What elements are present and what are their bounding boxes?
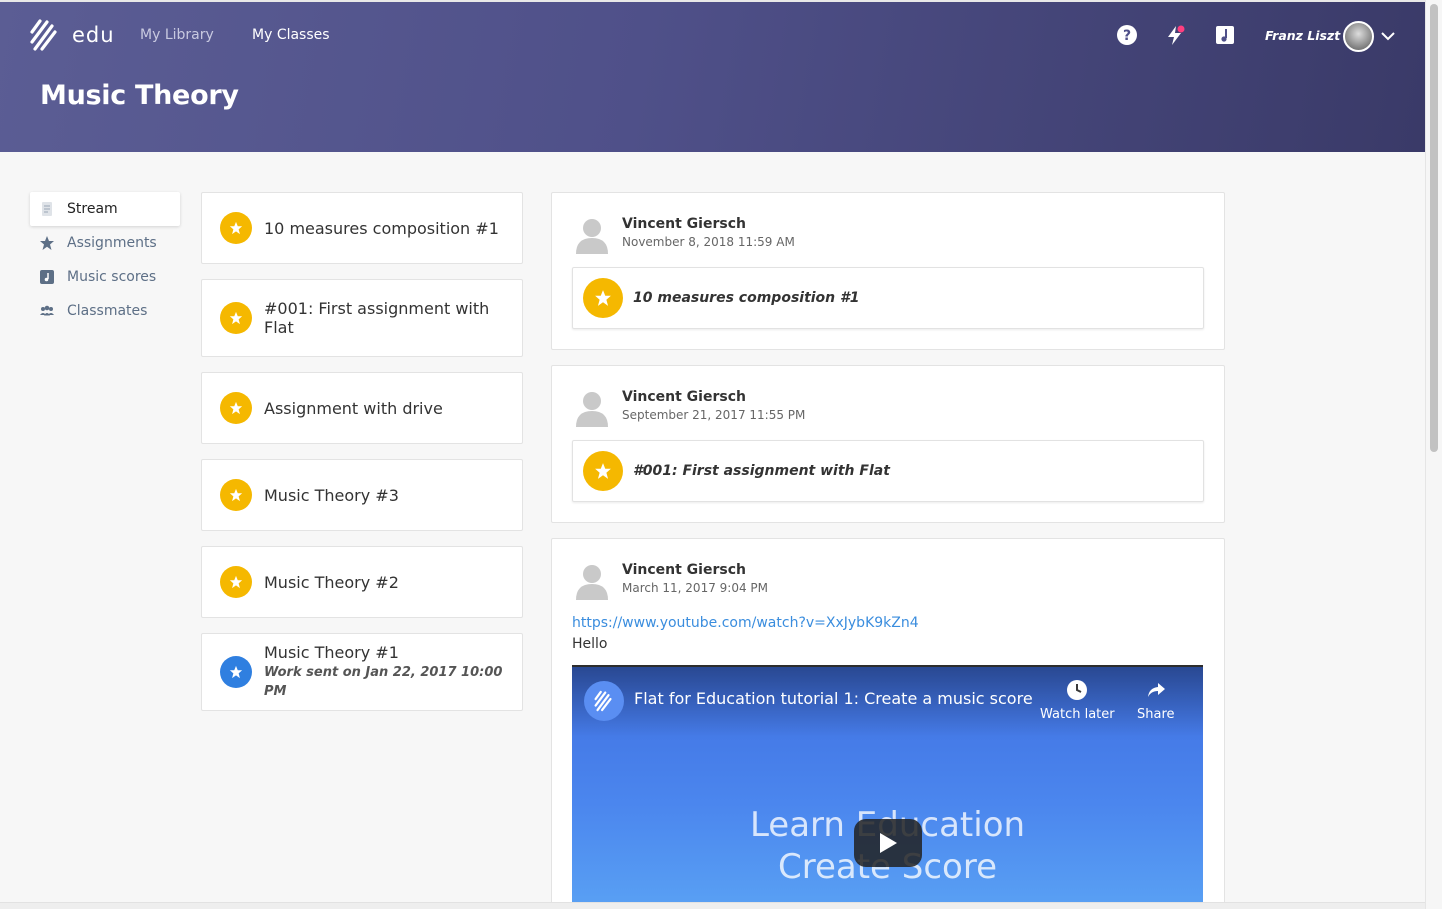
sidebar-item-label: Classmates xyxy=(67,303,148,319)
post-header: Vincent Giersch November 8, 2018 11:59 A… xyxy=(572,214,1204,254)
sidebar-item-label: Assignments xyxy=(67,235,157,251)
scrollbar-thumb[interactable] xyxy=(1430,4,1438,452)
brand-text: edu xyxy=(72,23,115,47)
assignment-title: Music Theory #1 xyxy=(264,643,399,662)
class-sidebar: Stream Assignments Music scores Classmat… xyxy=(30,192,180,328)
default-avatar-icon xyxy=(576,219,608,254)
assignment-card[interactable]: #001: First assignment with Flat xyxy=(201,279,523,357)
post-header: Vincent Giersch September 21, 2017 11:55… xyxy=(572,387,1204,427)
assignment-attachment[interactable]: 10 measures composition #1 xyxy=(572,267,1204,329)
assignment-title: Music Theory #3 xyxy=(264,485,399,505)
attachment-title: 10 measures composition #1 xyxy=(633,290,860,306)
assignment-status: Work sent on Jan 22, 2017 10:00 PM xyxy=(264,665,503,699)
window-bottom-edge xyxy=(0,902,1425,909)
default-avatar-icon xyxy=(576,565,608,600)
assignment-card[interactable]: Music Theory #3 xyxy=(201,459,523,531)
assignment-card[interactable]: 10 measures composition #1 xyxy=(201,192,523,264)
class-stream: Vincent Giersch November 8, 2018 11:59 A… xyxy=(551,192,1225,909)
assignment-card[interactable]: Music Theory #1 Work sent on Jan 22, 201… xyxy=(201,633,523,711)
assignment-attachment[interactable]: #001: First assignment with Flat xyxy=(572,440,1204,502)
assignment-card[interactable]: Assignment with drive xyxy=(201,372,523,444)
help-icon[interactable]: ? xyxy=(1116,24,1138,46)
assignment-info: Music Theory #1 Work sent on Jan 22, 201… xyxy=(264,643,504,701)
assignment-star-icon xyxy=(220,479,252,511)
sidebar-item-label: Stream xyxy=(67,201,118,217)
brand-home-link[interactable]: edu xyxy=(28,18,115,52)
scores-icon[interactable] xyxy=(1214,24,1236,46)
assignment-star-icon xyxy=(220,656,252,688)
play-icon xyxy=(880,833,897,853)
clock-icon xyxy=(1067,680,1088,700)
share-button[interactable]: Share xyxy=(1137,679,1175,722)
assignment-star-icon xyxy=(220,212,252,244)
nav-my-classes[interactable]: My Classes xyxy=(252,27,330,43)
star-icon xyxy=(39,235,55,251)
assignment-star-icon xyxy=(583,451,623,491)
music-score-icon xyxy=(39,269,55,285)
post-author[interactable]: Vincent Giersch xyxy=(622,216,795,232)
stream-post: Vincent Giersch November 8, 2018 11:59 A… xyxy=(551,192,1225,350)
post-author[interactable]: Vincent Giersch xyxy=(622,389,805,405)
stream-icon xyxy=(39,201,55,217)
assignment-star-icon xyxy=(220,392,252,424)
stream-post: Vincent Giersch March 11, 2017 9:04 PM h… xyxy=(551,538,1225,909)
channel-logo-icon[interactable] xyxy=(584,681,624,721)
assignment-star-icon xyxy=(220,566,252,598)
user-name[interactable]: Franz Liszt xyxy=(1265,28,1340,43)
user-avatar[interactable] xyxy=(1343,21,1374,52)
flat-logo-icon xyxy=(30,19,57,51)
watch-later-button[interactable]: Watch later xyxy=(1040,679,1115,722)
stream-post: Vincent Giersch September 21, 2017 11:55… xyxy=(551,365,1225,523)
page-title: Music Theory xyxy=(40,80,239,111)
post-author[interactable]: Vincent Giersch xyxy=(622,562,768,578)
share-label: Share xyxy=(1137,707,1175,722)
assignment-title: Music Theory #2 xyxy=(264,572,399,592)
watch-later-label: Watch later xyxy=(1040,707,1115,722)
video-title[interactable]: Flat for Education tutorial 1: Create a … xyxy=(634,689,1033,708)
assignment-star-icon xyxy=(583,278,623,318)
sidebar-item-assignments[interactable]: Assignments xyxy=(30,226,180,260)
page-scrollbar[interactable] xyxy=(1425,0,1442,909)
assignments-list: 10 measures composition #1 #001: First a… xyxy=(201,192,523,726)
youtube-video-embed[interactable]: Flat for Education tutorial 1: Create a … xyxy=(572,665,1203,909)
share-arrow-icon xyxy=(1147,683,1165,697)
post-date: March 11, 2017 9:04 PM xyxy=(622,581,768,595)
people-icon xyxy=(39,303,55,319)
chevron-down-icon[interactable] xyxy=(1380,29,1396,43)
post-text: Hello xyxy=(572,636,608,652)
play-button[interactable] xyxy=(854,819,922,867)
class-header: edu My Library My Classes Music Theory ?… xyxy=(0,0,1425,152)
post-date: September 21, 2017 11:55 PM xyxy=(622,408,806,422)
post-header: Vincent Giersch March 11, 2017 9:04 PM xyxy=(572,560,1204,600)
assignment-title: 10 measures composition #1 xyxy=(264,218,499,238)
activity-icon[interactable] xyxy=(1164,24,1186,46)
assignment-title: #001: First assignment with Flat xyxy=(264,299,490,337)
svg-text:?: ? xyxy=(1123,28,1131,44)
post-link[interactable]: https://www.youtube.com/watch?v=XxJybK9k… xyxy=(572,615,1204,631)
nav-my-library[interactable]: My Library xyxy=(140,27,214,43)
assignment-star-icon xyxy=(220,302,252,334)
assignment-card[interactable]: Music Theory #2 xyxy=(201,546,523,618)
post-date: November 8, 2018 11:59 AM xyxy=(622,235,795,249)
sidebar-item-music-scores[interactable]: Music scores xyxy=(30,260,180,294)
sidebar-item-label: Music scores xyxy=(67,269,157,285)
sidebar-item-classmates[interactable]: Classmates xyxy=(30,294,180,328)
assignment-title: Assignment with drive xyxy=(264,398,443,418)
attachment-title: #001: First assignment with Flat xyxy=(633,463,890,479)
default-avatar-icon xyxy=(576,392,608,427)
sidebar-item-stream[interactable]: Stream xyxy=(30,192,180,226)
